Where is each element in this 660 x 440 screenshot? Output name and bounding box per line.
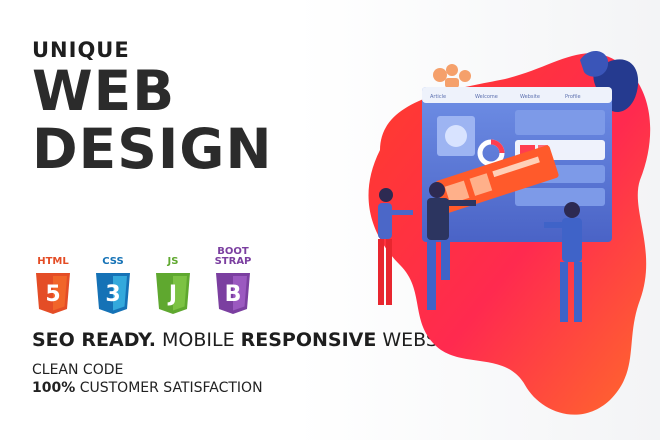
svg-text:B: B bbox=[225, 282, 242, 307]
svg-text:5: 5 bbox=[45, 282, 60, 307]
badge-js: JS J bbox=[154, 245, 192, 315]
headline-design: DESIGN bbox=[32, 117, 273, 181]
tagline-mobile: MOBILE bbox=[155, 329, 241, 351]
browser-tab: Welcome bbox=[475, 94, 498, 100]
browser-tab: Website bbox=[520, 94, 540, 100]
tagline-seo: SEO READY. bbox=[32, 329, 156, 351]
tech-badges: HTML 5 CSS 3 JS J BOOT STRAP B bbox=[34, 245, 252, 315]
content-panel bbox=[515, 188, 605, 206]
badge-label: CSS bbox=[102, 256, 124, 267]
browser-tabbar bbox=[422, 87, 612, 103]
badge-label: BOOT STRAP bbox=[214, 246, 252, 267]
badge-boot-strap: BOOT STRAP B bbox=[214, 245, 252, 315]
content-panel bbox=[515, 110, 605, 135]
html5-icon: 5 bbox=[36, 273, 70, 314]
badge-label: JS bbox=[167, 256, 179, 267]
svg-text:3: 3 bbox=[105, 282, 120, 307]
js-icon: J bbox=[156, 273, 190, 314]
badge-css: CSS 3 bbox=[94, 245, 132, 315]
browser-tab: Profile bbox=[565, 94, 581, 100]
badge-html: HTML 5 bbox=[34, 245, 72, 315]
plant-icon bbox=[433, 64, 471, 88]
css3-icon: 3 bbox=[96, 273, 130, 314]
headline-web: WEB bbox=[32, 59, 176, 123]
bootstrap-icon: B bbox=[216, 273, 250, 314]
clock-icon bbox=[445, 125, 467, 147]
browser-tab: Article bbox=[430, 94, 446, 100]
headline: UNIQUE WEB DESIGN bbox=[32, 38, 272, 178]
badge-label: HTML bbox=[37, 256, 69, 267]
satisfaction-percent: 100% bbox=[32, 380, 76, 396]
satisfaction-text: 100% CUSTOMER SATISFACTION bbox=[32, 380, 263, 396]
web-design-illustration: Article Welcome Website Profile bbox=[368, 50, 651, 415]
satisfaction-label: CUSTOMER SATISFACTION bbox=[75, 380, 263, 396]
clean-code-text: CLEAN CODE bbox=[32, 362, 124, 378]
svg-text:J: J bbox=[167, 282, 177, 307]
